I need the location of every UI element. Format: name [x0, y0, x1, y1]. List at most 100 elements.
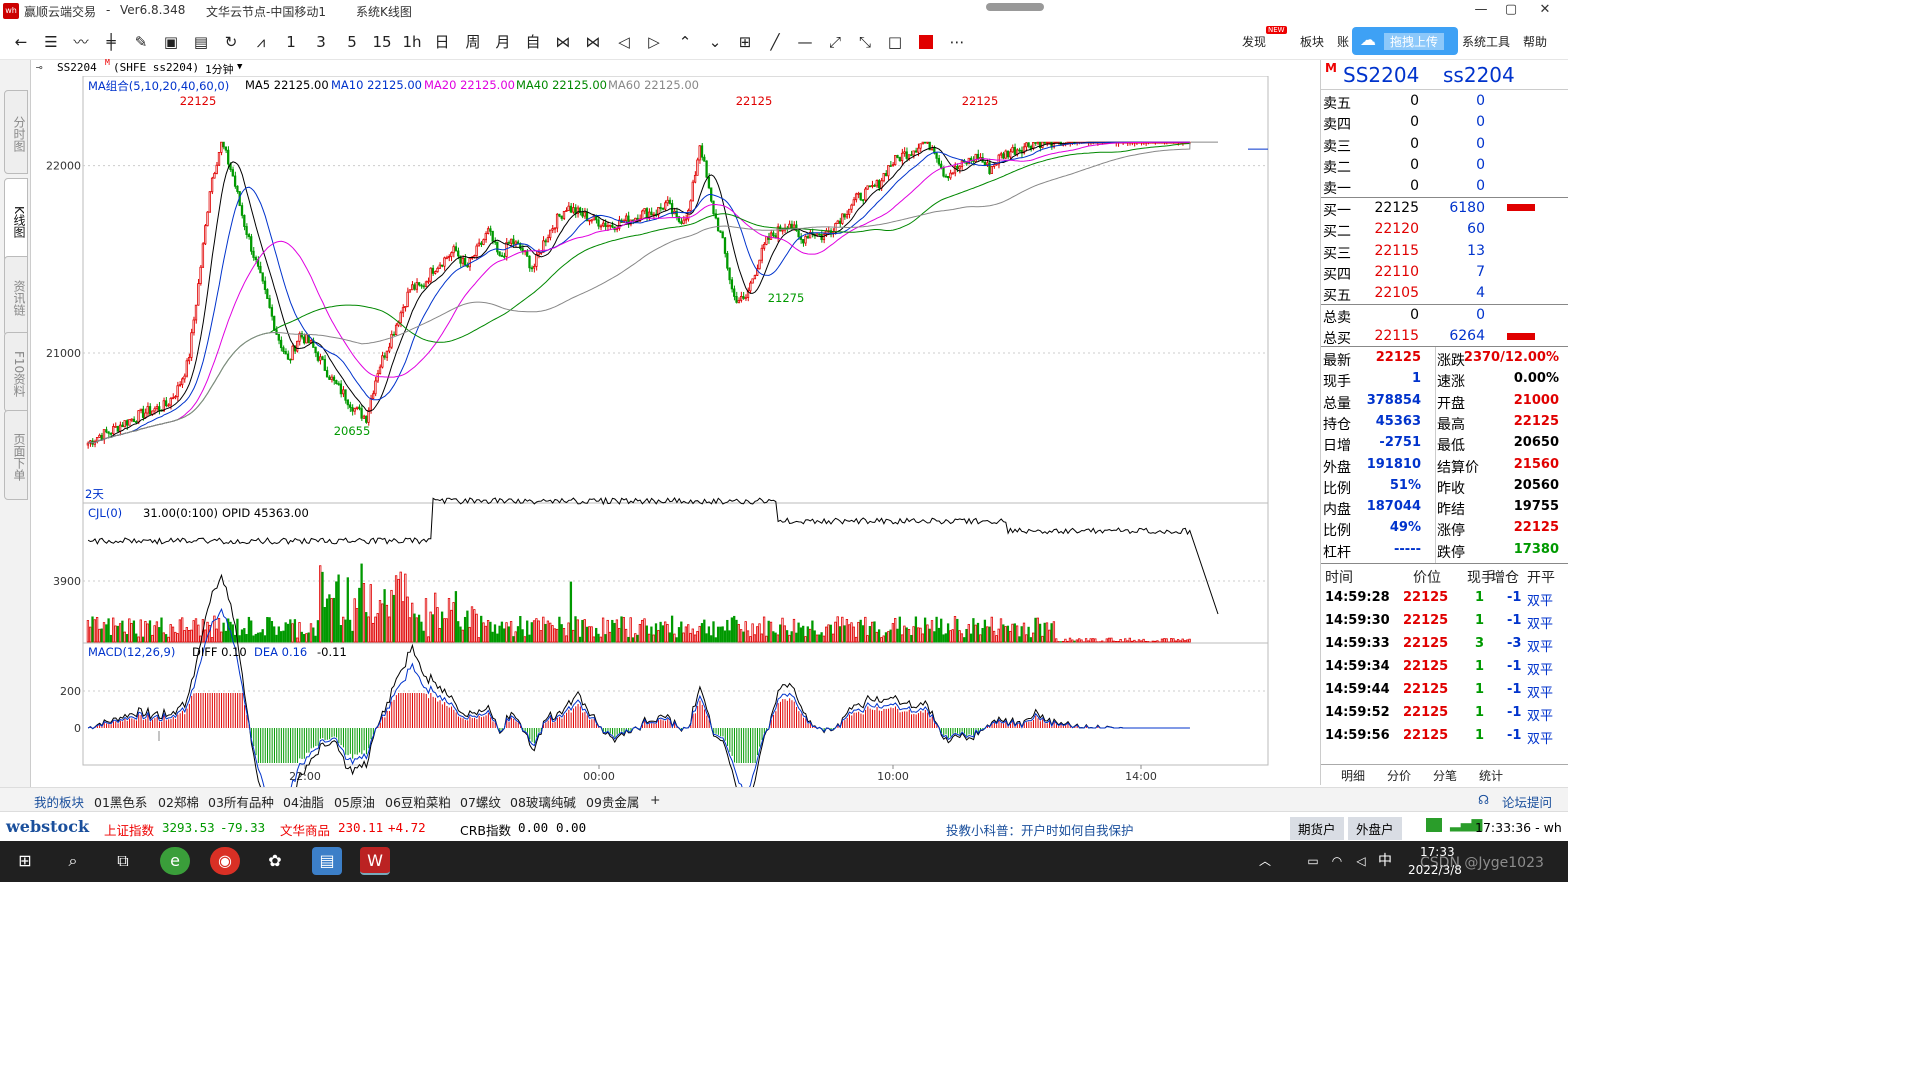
list-view-icon[interactable]: ☰: [40, 31, 62, 53]
candle-body: [974, 153, 977, 162]
close-button[interactable]: ✕: [1530, 2, 1560, 20]
tab-page-order[interactable]: 页面下单: [4, 410, 28, 500]
down-icon[interactable]: ⌄: [704, 31, 726, 53]
index3-name[interactable]: CRB指数: [460, 820, 511, 839]
hline-tool-icon[interactable]: —: [794, 31, 816, 53]
ray-tool-icon[interactable]: ⤡: [854, 31, 876, 53]
rect-tool-icon[interactable]: □: [884, 31, 906, 53]
chrome-icon[interactable]: ◉: [210, 847, 240, 875]
quote-tab-0[interactable]: 明细: [1341, 767, 1365, 784]
quote-tab-1[interactable]: 分价: [1387, 767, 1411, 784]
volume-bar: [565, 635, 568, 643]
chevron-up-icon[interactable]: ︿: [1250, 847, 1280, 875]
line-tool-icon[interactable]: ╱: [764, 31, 786, 53]
sector-tab-6[interactable]: 06豆粕菜粕: [385, 792, 451, 811]
segment-tool-icon[interactable]: ⤢: [824, 31, 846, 53]
volume-bar: [790, 631, 793, 643]
volume-bar: [406, 596, 409, 643]
candle-body: [369, 398, 372, 411]
tab-f10[interactable]: F10资料: [4, 332, 28, 412]
app-blue-icon[interactable]: ▤: [312, 847, 342, 875]
minimize-button[interactable]: —: [1466, 2, 1496, 20]
ma-group-selector[interactable]: MA组合(5,10,20,40,60,0): [88, 78, 229, 94]
windows-start-icon[interactable]: ⊞: [10, 847, 40, 875]
task-view-icon[interactable]: ⧉: [108, 847, 138, 875]
maximize-button[interactable]: ▢: [1496, 2, 1526, 20]
tab-timeshare[interactable]: 分时图: [4, 90, 28, 174]
volume-bar: [289, 619, 292, 643]
upload-panel[interactable]: ☁ 拖拽上传: [1352, 27, 1458, 55]
quote-tab-3[interactable]: 统计: [1479, 767, 1503, 784]
period-3[interactable]: 3: [310, 31, 332, 53]
node-name: 文华云节点-中国移动1: [206, 5, 326, 19]
quote-tab-2[interactable]: 分笔: [1433, 767, 1457, 784]
sector-tab-3[interactable]: 03所有品种: [208, 792, 274, 811]
ime-indicator[interactable]: 中: [1370, 847, 1400, 875]
window-icon[interactable]: ▣: [160, 31, 182, 53]
index1-name[interactable]: 上证指数: [104, 820, 154, 839]
save-icon[interactable]: ▤: [190, 31, 212, 53]
chevron-down-icon[interactable]: ▼: [237, 62, 242, 72]
search-icon[interactable]: ⌕: [58, 847, 88, 875]
bar-chart-icon[interactable]: ╪: [100, 31, 122, 53]
futures-account-button[interactable]: 期货户: [1290, 817, 1344, 840]
period-week[interactable]: 周: [462, 31, 484, 53]
sector-tab-7[interactable]: 07螺纹: [460, 792, 501, 811]
layout-icon[interactable]: ⊞: [734, 31, 756, 53]
period-1h[interactable]: 1h: [401, 31, 423, 53]
color-tool-icon[interactable]: [915, 31, 937, 53]
system-tools-button[interactable]: 系统工具: [1462, 33, 1510, 50]
period-15[interactable]: 15: [371, 31, 393, 53]
zoom-in-icon[interactable]: ⋈: [552, 31, 574, 53]
period-custom[interactable]: 自: [522, 31, 544, 53]
foreign-account-button[interactable]: 外盘户: [1348, 817, 1402, 840]
line-chart-icon[interactable]: 〰: [70, 31, 92, 53]
period-month[interactable]: 月: [492, 31, 514, 53]
volume-bar: [210, 637, 214, 643]
draw-tool-icon[interactable]: ✎: [130, 31, 152, 53]
forum-link[interactable]: 论坛提问: [1502, 792, 1552, 811]
right-icon[interactable]: ▷: [643, 31, 665, 53]
period-1[interactable]: 1: [280, 31, 302, 53]
sector-tab-1[interactable]: 01黑色系: [94, 792, 147, 811]
tab-kline[interactable]: K线图: [4, 178, 28, 262]
candle-body: [116, 426, 119, 432]
refresh-icon[interactable]: ↻: [220, 31, 242, 53]
volume-bar: [668, 632, 671, 643]
sector-tab-0[interactable]: 我的板块: [34, 792, 84, 811]
discover-button[interactable]: 发现: [1242, 33, 1266, 50]
period-day[interactable]: 日: [431, 31, 453, 53]
index2-name[interactable]: 文华商品: [280, 820, 330, 839]
sector-tab-10[interactable]: +: [650, 792, 660, 807]
sector-tab-9[interactable]: 09贵金属: [586, 792, 639, 811]
zoom-out-icon[interactable]: ⋈: [582, 31, 604, 53]
left-icon[interactable]: ◁: [613, 31, 635, 53]
volume-bar: [1032, 632, 1035, 643]
macd-selector[interactable]: MACD(12,26,9): [88, 645, 175, 659]
headset-icon[interactable]: ☊: [1478, 792, 1489, 807]
account-button[interactable]: 账: [1337, 33, 1349, 50]
notice-text[interactable]: 投教小科普：开户时如何自我保护: [946, 820, 1134, 839]
indicator-icon[interactable]: ⩘: [250, 31, 272, 53]
up-icon[interactable]: ⌃: [674, 31, 696, 53]
help-button[interactable]: 帮助: [1523, 33, 1547, 50]
sector-tab-5[interactable]: 05原油: [334, 792, 375, 811]
back-arrow-icon[interactable]: ←: [10, 31, 32, 53]
app-shell-icon[interactable]: ✿: [260, 847, 290, 875]
stat-left-row: 日增 -2751: [1321, 433, 1435, 454]
sector-tab-2[interactable]: 02郑棉: [158, 792, 199, 811]
book-row-volume: 60: [1467, 221, 1485, 238]
period-selector[interactable]: 1分钟: [205, 61, 234, 77]
sector-tab-4[interactable]: 04油脂: [283, 792, 324, 811]
sector-tab-8[interactable]: 08玻璃纯碱: [510, 792, 576, 811]
candle-body: [946, 175, 950, 179]
kline-chart[interactable]: 22000210003900200022:00 00:00 10:00 14:00 2…: [31, 76, 1320, 787]
tab-news-chain[interactable]: 资讯链: [4, 256, 28, 336]
wenhua-app-icon[interactable]: W: [360, 847, 390, 875]
sector-button[interactable]: 板块: [1300, 33, 1324, 50]
period-5[interactable]: 5: [341, 31, 363, 53]
more-icon[interactable]: ⋯: [946, 31, 968, 53]
app-green-icon[interactable]: e: [160, 847, 190, 875]
stat-value: 378854: [1366, 392, 1421, 408]
cjl-selector[interactable]: CJL(0): [88, 506, 122, 520]
